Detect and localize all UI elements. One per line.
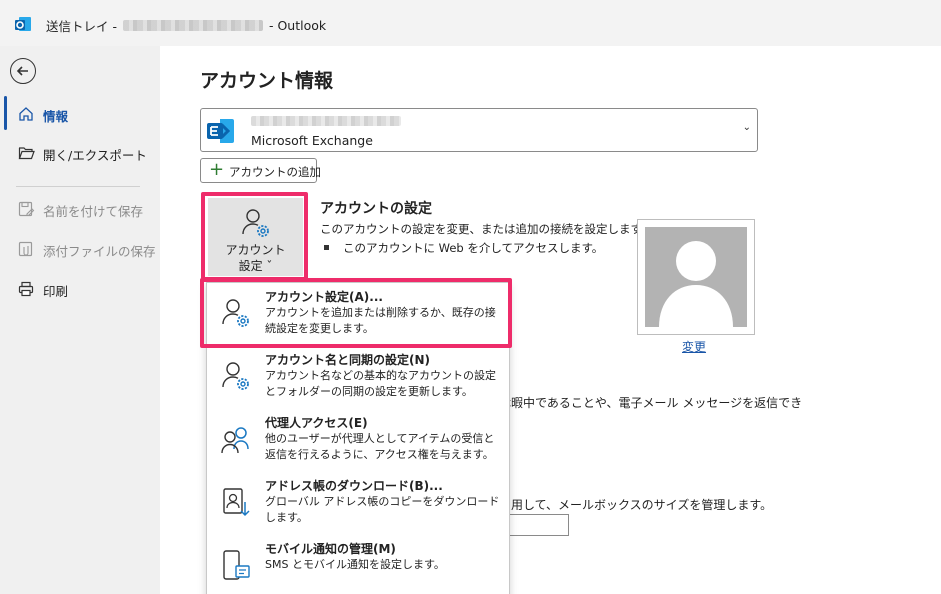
menu-item-download-address-book[interactable]: アドレス帳のダウンロード(B)... グローバル アドレス帳のコピーをダウンロー… (207, 472, 511, 534)
page-title: アカウント情報 (200, 70, 334, 92)
exchange-icon (207, 119, 234, 143)
menu-item-account-settings[interactable]: アカウント設定(A)... アカウントを追加または削除するか、既存の接続設定を変… (207, 283, 511, 345)
menu-item-mobile-notifications[interactable]: モバイル通知の管理(M) SMS とモバイル通知を設定します。 (207, 535, 511, 594)
folder-open-icon (18, 147, 35, 160)
title-bar: 送信トレイ - - Outlook (0, 0, 941, 46)
nav-item-info[interactable]: 情報 (0, 102, 160, 126)
add-account-label: アカウントの追加 (229, 165, 321, 179)
nav-item-label: 添付ファイルの保存 (43, 244, 156, 259)
menu-item-title: アカウント設定(A)... (265, 290, 383, 304)
menu-item-description: SMS とモバイル通知を設定します。 (265, 558, 445, 571)
nav-item-save-as[interactable]: 名前を付けて保存 (0, 197, 160, 221)
nav-item-label: 名前を付けて保存 (43, 204, 144, 219)
account-type: Microsoft Exchange (251, 133, 373, 148)
menu-item-delegate-access[interactable]: 代理人アクセス(E) 他のユーザーが代理人としてアイテムの受信と返信を行えるよう… (207, 409, 511, 471)
menu-item-title: アドレス帳のダウンロード(B)... (265, 479, 443, 493)
account-sync-icon (222, 362, 249, 390)
account-settings-description: このアカウントの設定を変更、または追加の接続を設定します。 (320, 222, 653, 236)
account-settings-menu: アカウント設定(A)... アカウントを追加または削除するか、既存の接続設定を変… (206, 282, 510, 594)
auto-reply-description: 休暇中であることや、電子メール メッセージを返信でき (499, 396, 803, 410)
menu-item-description: グローバル アドレス帳のコピーをダウンロードします。 (265, 495, 500, 524)
menu-item-description: アカウントを追加または削除するか、既存の接続設定を変更します。 (265, 306, 496, 335)
account-settings-label-2: 設定 ˇ (238, 259, 273, 273)
account-settings-button[interactable]: アカウント 設定 ˇ (208, 198, 303, 276)
account-settings-icon (222, 299, 249, 327)
nav-divider (16, 186, 140, 187)
chevron-down-icon: ⌄ (742, 122, 751, 133)
account-info-panel: アカウント情報 Microsoft Exchange ⌄ + アカウントの追加 … (160, 46, 941, 594)
redacted-email (122, 20, 263, 31)
title-prefix: 送信トレイ - (46, 19, 117, 34)
redacted-account-email (251, 116, 401, 126)
account-selector[interactable]: Microsoft Exchange ⌄ (200, 108, 758, 152)
printer-icon (18, 281, 34, 297)
profile-photo (645, 227, 747, 327)
person-silhouette-icon (659, 241, 733, 327)
add-account-button[interactable]: + アカウントの追加 (200, 158, 321, 183)
home-icon (19, 107, 33, 121)
arrow-left-icon (16, 66, 28, 76)
menu-item-title: モバイル通知の管理(M) (265, 542, 396, 556)
menu-item-description: 他のユーザーが代理人としてアイテムの受信と返信を行えるように、アクセス権を与えま… (265, 432, 495, 461)
backstage-nav: 情報 開く/エクスポート 名前を付けて保存 添付ファイルの保存 印刷 (0, 46, 160, 594)
mobile-notification-icon (223, 550, 250, 580)
nav-item-save-attachments[interactable]: 添付ファイルの保存 (0, 237, 160, 261)
save-attachment-icon (18, 241, 33, 257)
window-title: 送信トレイ - - Outlook (46, 16, 326, 35)
nav-item-print[interactable]: 印刷 (0, 277, 160, 301)
nav-item-open-export[interactable]: 開く/エクスポート (0, 141, 160, 165)
outlook-app-icon (15, 17, 31, 31)
menu-item-name-sync-settings[interactable]: アカウント名と同期の設定(N) アカウント名などの基本的なアカウントの設定とフォ… (207, 346, 511, 408)
account-settings-heading: アカウントの設定 (320, 201, 432, 217)
menu-item-title: 代理人アクセス(E) (265, 416, 368, 430)
bullet-icon (324, 245, 329, 250)
account-settings-icon (242, 209, 269, 237)
profile-photo-frame (637, 219, 755, 335)
save-as-icon (18, 201, 35, 217)
plus-icon: + (209, 159, 225, 180)
delegate-access-icon (221, 427, 249, 454)
menu-item-title: アカウント名と同期の設定(N) (265, 353, 431, 367)
mailbox-cleanup-description: 利用して、メールボックスのサイズを管理します。 (499, 498, 773, 512)
web-access-bullet: このアカウントに Web を介してアクセスします。 (320, 240, 603, 256)
back-button[interactable] (10, 58, 36, 84)
nav-item-label: 印刷 (43, 284, 69, 299)
address-book-download-icon (223, 488, 250, 517)
change-photo-link[interactable]: 変更 (682, 338, 706, 355)
nav-item-label: 開く/エクスポート (43, 148, 147, 163)
web-access-text: このアカウントに Web を介してアクセスします。 (343, 241, 604, 255)
title-suffix: - Outlook (268, 18, 327, 33)
menu-item-description: アカウント名などの基本的なアカウントの設定とフォルダーの同期の設定を更新します。 (265, 369, 496, 398)
account-settings-label-1: アカウント (225, 243, 286, 257)
nav-item-label: 情報 (43, 109, 69, 124)
